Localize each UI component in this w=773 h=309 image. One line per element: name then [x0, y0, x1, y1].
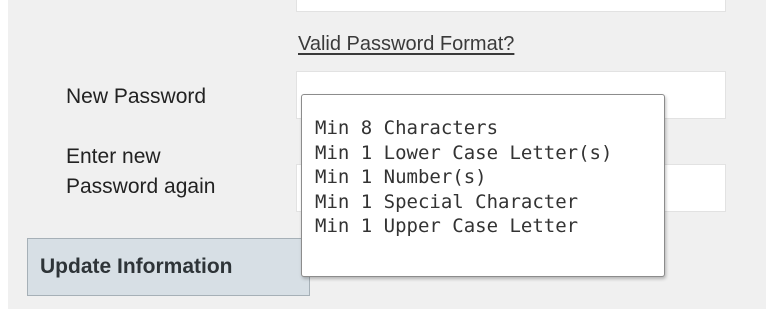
password-rule: Min 1 Lower Case Letter(s) [315, 141, 613, 164]
password-rule: Min 1 Upper Case Letter [315, 215, 579, 237]
update-information-button[interactable]: Update Information [27, 238, 310, 296]
password-rules-tooltip: Min 8 Characters Min 1 Lower Case Letter… [301, 94, 665, 277]
confirm-password-label-line1: Enter new [66, 145, 161, 168]
password-rule: Min 1 Number(s) [315, 166, 487, 188]
confirm-password-label: Enter new Password again [66, 142, 215, 202]
password-format-link[interactable]: Valid Password Format? [298, 33, 514, 56]
password-rule: Min 8 Characters [315, 117, 499, 139]
new-password-label: New Password [66, 85, 207, 108]
previous-input-field[interactable] [296, 0, 726, 12]
confirm-password-label-line2: Password again [66, 175, 216, 198]
password-rule: Min 1 Special Character [315, 190, 579, 213]
